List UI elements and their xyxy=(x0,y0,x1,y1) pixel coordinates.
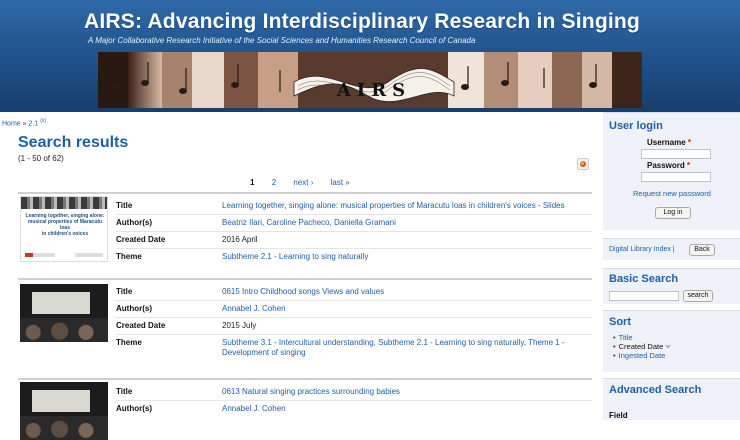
airs-logo: AIRS xyxy=(336,80,411,101)
main-content: Search results (1 - 50 of 62) 1 2 next ›… xyxy=(0,126,600,440)
basic-search-input[interactable] xyxy=(609,291,679,301)
result-date: 2016 April xyxy=(222,235,258,244)
advanced-search-title: Advanced Search xyxy=(609,384,702,396)
result-theme-link[interactable]: Subtheme 3.1 - Intercultural understandi… xyxy=(222,338,592,358)
result-authors-link[interactable]: Annabel J. Cohen xyxy=(222,304,592,314)
result-title-link[interactable]: 0615 Intro Childhood songs Views and val… xyxy=(222,287,592,297)
username-label: Username * xyxy=(647,138,692,147)
pager-next[interactable]: next › xyxy=(293,178,313,187)
site-subtitle: A Major Collaborative Research Initiativ… xyxy=(88,36,476,45)
library-index-block: Digital Library Index | Back xyxy=(603,238,740,260)
basic-search-title: Basic Search xyxy=(609,273,679,285)
result-title-link[interactable]: 0613 Natural singing practices surroundi… xyxy=(222,387,592,397)
result-item: Title 0613 Natural singing practices sur… xyxy=(18,378,592,440)
sidebar: User login Username * Password * Request… xyxy=(603,112,740,420)
breadcrumb-remove-filter[interactable]: (x) xyxy=(40,118,46,124)
site-banner: AIRS: Advancing Interdisciplinary Resear… xyxy=(0,0,740,112)
back-button[interactable]: Back xyxy=(689,244,715,256)
collage-right-faces xyxy=(448,52,642,108)
advanced-search-field-label: Field xyxy=(609,411,628,420)
result-authors-link[interactable]: Beatriz Ilari, Caroline Pacheco, Daniell… xyxy=(222,218,592,228)
sort-options: Title Created Date Ingested Date xyxy=(613,333,672,360)
pager-page-2[interactable]: 2 xyxy=(272,178,276,187)
sort-title: Sort xyxy=(609,316,631,328)
sort-block: Sort Title Created Date Ingested Date xyxy=(603,310,740,372)
page-title: Search results xyxy=(18,134,129,151)
collage-left-faces xyxy=(98,52,298,108)
result-authors-link[interactable]: Annabel J. Cohen xyxy=(222,404,592,414)
result-thumbnail[interactable]: Learning together, singing alone: musica… xyxy=(20,196,108,262)
result-title-link[interactable]: Learning together, singing alone: musica… xyxy=(222,201,592,211)
result-thumbnail[interactable] xyxy=(20,284,108,342)
password-label: Password * xyxy=(647,161,691,170)
results-count: (1 - 50 of 62) xyxy=(18,154,64,163)
pager-current-page: 1 xyxy=(250,178,255,187)
rss-feed-icon[interactable] xyxy=(577,158,589,170)
sort-option-ingested-date[interactable]: Ingested Date xyxy=(613,351,671,360)
result-theme-link[interactable]: Subtheme 2.1 - Learning to sing naturall… xyxy=(222,252,592,262)
result-date: 2015 July xyxy=(222,321,257,330)
banner-collage: AIRS xyxy=(98,52,642,108)
advanced-search-block: Advanced Search Field xyxy=(603,378,740,420)
sort-descending-icon xyxy=(665,345,672,350)
username-input[interactable] xyxy=(641,149,711,159)
password-input[interactable] xyxy=(641,172,711,182)
site-title[interactable]: AIRS: Advancing Interdisciplinary Resear… xyxy=(84,10,640,34)
result-item: Title 0615 Intro Childhood songs Views a… xyxy=(18,278,592,376)
request-password-link[interactable]: Request new password xyxy=(633,189,711,198)
sort-option-created-date[interactable]: Created Date xyxy=(613,342,672,351)
result-item: Learning together, singing alone: musica… xyxy=(18,192,592,268)
log-in-button[interactable]: Log in xyxy=(655,207,691,219)
pager-last[interactable]: last » xyxy=(331,178,350,187)
digital-library-index-link[interactable]: Digital Library Index | xyxy=(609,246,675,253)
user-login-block: User login Username * Password * Request… xyxy=(603,112,740,230)
basic-search-block: Basic Search search xyxy=(603,268,740,304)
basic-search-button[interactable]: search xyxy=(683,290,713,302)
sort-option-title[interactable]: Title xyxy=(613,333,671,342)
user-login-title: User login xyxy=(609,120,663,132)
pager: 1 2 next › last » xyxy=(250,178,365,187)
result-thumbnail[interactable] xyxy=(20,382,108,440)
